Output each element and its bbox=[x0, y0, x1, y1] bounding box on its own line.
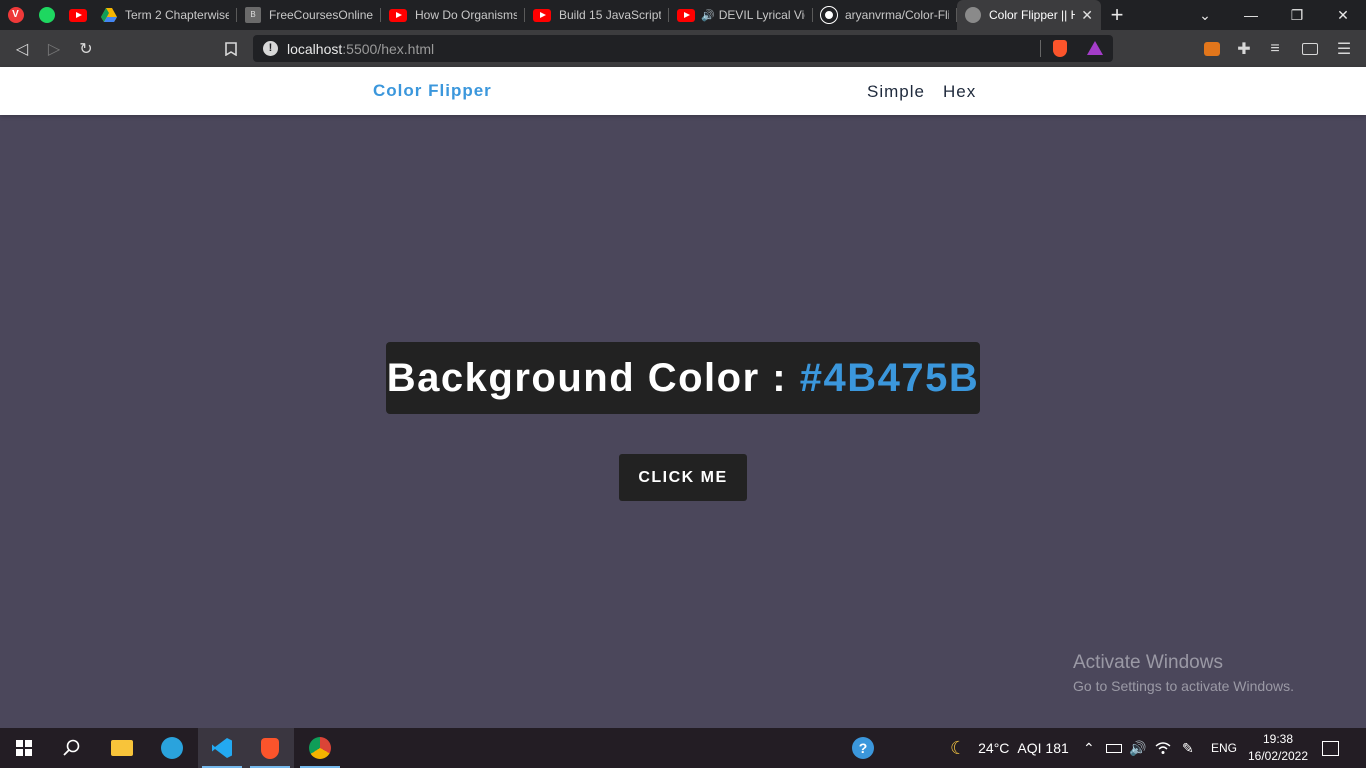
temperature: 24°C bbox=[978, 740, 1010, 756]
site-icon: B bbox=[245, 7, 261, 23]
forward-button[interactable]: ▷ bbox=[42, 37, 66, 61]
volume-icon[interactable]: 🔊 bbox=[1129, 728, 1146, 768]
tab-title: aryanvrma/Color-Flipper bbox=[845, 8, 949, 22]
telegram-icon bbox=[161, 737, 183, 759]
youtube-icon bbox=[68, 8, 87, 22]
color-label: Background Color : bbox=[386, 355, 800, 400]
youtube-icon bbox=[389, 8, 407, 22]
bookmark-icon[interactable] bbox=[219, 37, 243, 61]
tab-organisms[interactable]: How Do Organisms bbox=[381, 0, 525, 30]
menu-icon[interactable]: ☰ bbox=[1332, 37, 1356, 61]
new-tab-button[interactable]: + bbox=[1101, 0, 1133, 30]
taskbar: ? ☾ 24°C AQI 181 ⌃ 🔊 ✎ ENG 19:38 16/02/2… bbox=[0, 728, 1366, 768]
wallet-icon[interactable] bbox=[1298, 37, 1322, 61]
divider bbox=[1040, 40, 1041, 57]
url-text: localhost:5500/hex.html bbox=[287, 41, 435, 57]
info-icon[interactable]: ! bbox=[263, 41, 278, 56]
search-icon bbox=[63, 739, 80, 756]
tab-title: Term 2 Chapterwise bbox=[125, 8, 229, 22]
telegram-button[interactable] bbox=[148, 728, 196, 768]
folder-icon bbox=[111, 740, 133, 756]
navbar: Color Flipper Simple Hex bbox=[0, 67, 1366, 115]
back-button[interactable]: ◁ bbox=[10, 37, 34, 61]
reload-button[interactable]: ↻ bbox=[74, 37, 98, 61]
wifi-icon[interactable] bbox=[1155, 728, 1171, 768]
brave-icon bbox=[261, 737, 279, 759]
watermark-subtitle: Go to Settings to activate Windows. bbox=[1073, 678, 1294, 694]
start-button[interactable] bbox=[0, 728, 48, 768]
pinned-tab-youtube[interactable] bbox=[62, 0, 93, 30]
github-icon bbox=[820, 6, 838, 24]
watermark-title: Activate Windows bbox=[1073, 652, 1223, 673]
search-button[interactable] bbox=[48, 728, 96, 768]
color-display: Background Color : #4B475B bbox=[386, 342, 980, 414]
nav-link-hex[interactable]: Hex bbox=[943, 82, 976, 102]
tab-freecourses[interactable]: B FreeCoursesOnline.Me bbox=[237, 0, 381, 30]
show-hidden-icons[interactable]: ⌃ bbox=[1083, 728, 1095, 768]
globe-icon bbox=[965, 7, 981, 23]
extensions-icon[interactable]: ✚ bbox=[1232, 37, 1256, 61]
help-icon: ? bbox=[852, 737, 874, 759]
time: 19:38 bbox=[1262, 732, 1294, 746]
vscode-button[interactable] bbox=[198, 728, 246, 768]
tab-javascript-projects[interactable]: Build 15 JavaScript Projects bbox=[525, 0, 669, 30]
tab-title: FreeCoursesOnline.Me bbox=[269, 8, 373, 22]
vscode-icon bbox=[212, 738, 232, 758]
help-button[interactable]: ? bbox=[852, 728, 874, 768]
date: 16/02/2022 bbox=[1247, 749, 1309, 763]
windows-icon bbox=[16, 740, 32, 756]
click-me-button[interactable]: CLICK ME bbox=[619, 454, 747, 501]
tab-term2[interactable]: Term 2 Chapterwise bbox=[93, 0, 237, 30]
youtube-icon bbox=[533, 8, 551, 22]
pen-icon[interactable]: ✎ bbox=[1182, 728, 1194, 768]
pinned-tab-spotify[interactable] bbox=[31, 0, 62, 30]
speaker-icon[interactable]: 🔊 bbox=[701, 9, 715, 22]
minimize-button[interactable]: — bbox=[1228, 0, 1274, 30]
chevron-up-icon: ⌃ bbox=[1083, 739, 1095, 756]
notifications-button[interactable] bbox=[1322, 728, 1339, 768]
brand-logo[interactable]: Color Flipper bbox=[373, 81, 492, 101]
tab-devil[interactable]: 🔊 DEVIL Lyrical Video bbox=[669, 0, 813, 30]
browser-tab-strip: V Term 2 Chapterwise B FreeCoursesOnline… bbox=[0, 0, 1366, 30]
tab-github[interactable]: aryanvrma/Color-Flipper bbox=[813, 0, 957, 30]
language-indicator[interactable]: ENG bbox=[1211, 728, 1237, 768]
youtube-icon bbox=[677, 8, 695, 22]
battery-icon[interactable] bbox=[1106, 728, 1122, 768]
tab-title: DEVIL Lyrical Video bbox=[718, 8, 805, 22]
close-tab-icon[interactable]: ✕ bbox=[1081, 7, 1093, 24]
brave-browser-button[interactable] bbox=[246, 728, 294, 768]
notification-icon bbox=[1322, 740, 1339, 756]
nav-link-simple[interactable]: Simple bbox=[867, 82, 925, 102]
color-heading: Background Color : #4B475B bbox=[387, 356, 979, 401]
chrome-button[interactable] bbox=[296, 728, 344, 768]
page-content: Color Flipper Simple Hex Background Colo… bbox=[0, 67, 1366, 728]
moon-icon: ☾ bbox=[950, 737, 967, 758]
clock[interactable]: 19:38 16/02/2022 bbox=[1244, 731, 1312, 765]
restore-button[interactable]: ❐ bbox=[1274, 0, 1320, 30]
close-window-button[interactable]: ✕ bbox=[1320, 0, 1366, 30]
chrome-icon bbox=[309, 737, 331, 759]
drive-icon bbox=[101, 8, 117, 22]
address-bar[interactable]: ! localhost:5500/hex.html bbox=[253, 35, 1113, 62]
file-explorer-button[interactable] bbox=[98, 728, 146, 768]
tab-title: Color Flipper || Hex bbox=[989, 8, 1076, 22]
pinned-tab-vivaldi[interactable]: V bbox=[0, 0, 31, 30]
aqi: AQI 181 bbox=[1017, 740, 1069, 756]
vivaldi-icon: V bbox=[7, 7, 24, 23]
brave-shields-icon[interactable] bbox=[1053, 40, 1067, 57]
tab-title: How Do Organisms bbox=[415, 8, 517, 22]
media-queue-icon[interactable]: ≡ bbox=[1263, 37, 1287, 61]
tab-color-flipper[interactable]: Color Flipper || Hex ✕ bbox=[957, 0, 1101, 30]
weather-widget[interactable]: ☾ 24°C AQI 181 bbox=[950, 728, 1069, 768]
activate-windows-watermark: Activate Windows Go to Settings to activ… bbox=[1073, 652, 1294, 694]
tab-search-icon[interactable]: ⌄ bbox=[1182, 0, 1228, 30]
spotify-icon bbox=[38, 7, 55, 23]
brave-rewards-icon[interactable] bbox=[1087, 41, 1103, 55]
color-hex-value: #4B475B bbox=[799, 355, 980, 400]
metamask-icon[interactable] bbox=[1200, 37, 1224, 61]
tab-title: Build 15 JavaScript Projects bbox=[559, 8, 661, 22]
browser-toolbar: ◁ ▷ ↻ ! localhost:5500/hex.html ✚ ≡ ☰ bbox=[0, 30, 1366, 67]
